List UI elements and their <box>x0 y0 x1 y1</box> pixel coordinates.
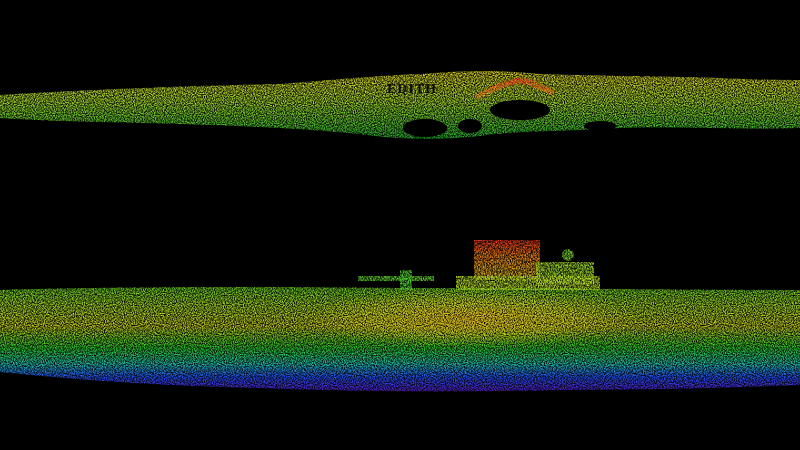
lower-seabed <box>0 286 800 392</box>
wreck-structure <box>358 240 600 290</box>
upper-band-label: EDITH <box>387 82 437 97</box>
lidar-point-cloud: EDITH <box>0 71 800 392</box>
